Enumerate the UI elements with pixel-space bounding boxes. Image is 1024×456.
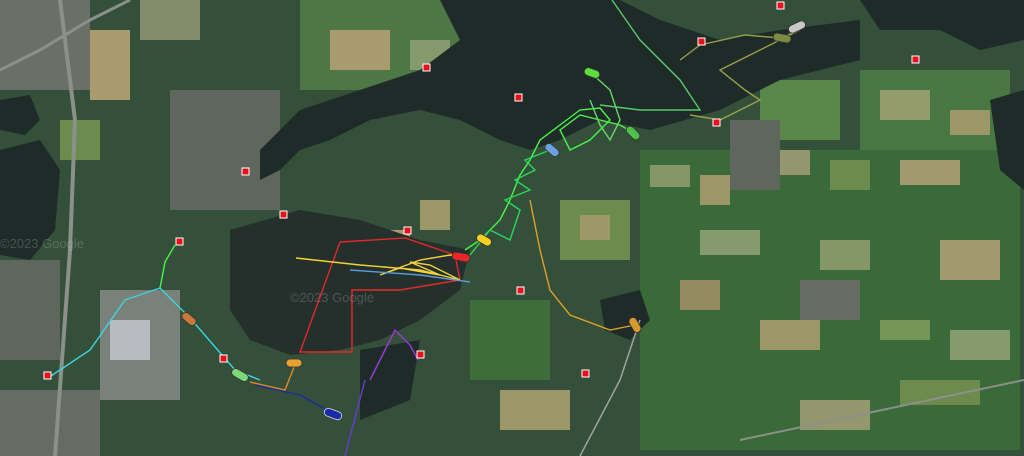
waypoint-marker bbox=[241, 167, 250, 176]
waypoint-marker bbox=[416, 350, 425, 359]
map-watermark: ©2023 Google bbox=[0, 236, 85, 251]
waypoint-marker bbox=[911, 55, 920, 64]
waypoint-marker bbox=[279, 210, 288, 219]
waypoint-marker bbox=[581, 369, 590, 378]
waypoint-marker bbox=[43, 371, 52, 380]
map-canvas bbox=[0, 0, 1024, 456]
waypoint-marker bbox=[403, 226, 412, 235]
waypoint-marker bbox=[422, 63, 431, 72]
waypoint-marker bbox=[516, 286, 525, 295]
map-watermark: ©2023 Google bbox=[290, 290, 375, 305]
boat-icon bbox=[285, 358, 303, 368]
satellite-map[interactable]: ©2023 Google ©2023 Google bbox=[0, 0, 1024, 456]
waypoint-marker bbox=[219, 354, 228, 363]
waypoint-marker bbox=[712, 118, 721, 127]
waypoint-marker bbox=[776, 1, 785, 10]
waypoint-marker bbox=[514, 93, 523, 102]
waypoint-marker bbox=[697, 37, 706, 46]
waypoint-marker bbox=[175, 237, 184, 246]
